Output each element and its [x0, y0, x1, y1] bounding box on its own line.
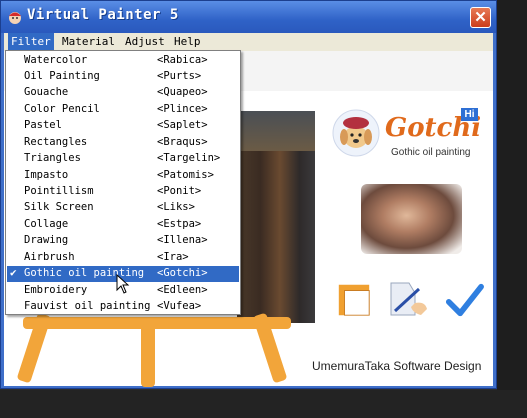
menu-item-collage[interactable]: Collage <Estpa>: [7, 217, 239, 233]
menu-item-watercolor[interactable]: Watercolor <Rabica>: [7, 53, 239, 69]
menu-item-impasto[interactable]: Impasto <Patomis>: [7, 168, 239, 184]
mouse-cursor-icon: [116, 274, 130, 294]
desktop-background-bottom: [0, 390, 527, 418]
painting-sky: [237, 111, 315, 151]
app-icon: [9, 12, 21, 24]
credit-text: UmemuraTaka Software Design: [312, 359, 482, 373]
menu-item-label: Rectangles: [24, 136, 88, 148]
menu-item-airbrush[interactable]: Airbrush <Ira>: [7, 250, 239, 266]
menu-item-code: <Edleen>: [157, 284, 208, 296]
menu-item-label: Airbrush: [24, 251, 75, 263]
sample-portrait-image: [361, 184, 462, 254]
easel-crossbar: [23, 317, 291, 329]
menu-item-code: <Purts>: [157, 70, 202, 82]
menu-item-code: <Vufea>: [157, 300, 202, 312]
menu-item-gouache[interactable]: Gouache <Quapeo>: [7, 85, 239, 101]
menu-item-label: Drawing: [24, 234, 69, 246]
menu-item-oil-painting[interactable]: Oil Painting <Purts>: [7, 69, 239, 85]
menu-item-code: <Braqus>: [157, 136, 208, 148]
menu-item-code: <Illena>: [157, 234, 208, 246]
checkmark-icon[interactable]: [443, 281, 485, 319]
menu-item-code: <Ponit>: [157, 185, 202, 197]
menu-item-fauvist-oil-painting[interactable]: Fauvist oil painting <Vufea>: [7, 299, 239, 315]
menu-item-code: <Gotchi>: [157, 267, 208, 279]
menu-item-code: <Liks>: [157, 201, 195, 213]
menu-item-code: <Estpa>: [157, 218, 202, 230]
menu-item-label: Fauvist oil painting: [24, 300, 151, 312]
title-bar[interactable]: Virtual Painter 5 ✕: [1, 1, 496, 33]
menu-item-code: <Quapeo>: [157, 86, 208, 98]
checkmark-icon: ✔: [10, 266, 17, 279]
menu-item-code: <Patomis>: [157, 169, 214, 181]
menu-item-label: Collage: [24, 218, 69, 230]
menu-item-label: Gouache: [24, 86, 69, 98]
menu-item-label: Color Pencil: [24, 103, 100, 115]
menu-item-label: Triangles: [24, 152, 81, 164]
menu-item-label: Watercolor: [24, 54, 88, 66]
menu-item-code: <Rabica>: [157, 54, 208, 66]
menu-item-label: Silk Screen: [24, 201, 94, 213]
frame-icon[interactable]: [335, 281, 373, 319]
menu-item-label: Oil Painting: [24, 70, 100, 82]
window-title: Virtual Painter 5: [27, 7, 179, 23]
menu-item-color-pencil[interactable]: Color Pencil <Plince>: [7, 102, 239, 118]
menu-item-code: <Plince>: [157, 103, 208, 115]
menu-item-rectangles[interactable]: Rectangles <Braqus>: [7, 135, 239, 151]
desktop-background: [497, 0, 527, 418]
menu-bar: Filter Material Adjust Help: [4, 33, 493, 51]
menu-item-drawing[interactable]: Drawing <Illena>: [7, 233, 239, 249]
painting-preview[interactable]: [237, 111, 315, 323]
menu-item-code: <Saplet>: [157, 119, 208, 131]
close-icon: ✕: [474, 9, 487, 26]
menu-item-code: <Targelin>: [157, 152, 221, 164]
menu-material[interactable]: Material: [62, 35, 115, 48]
menu-item-pastel[interactable]: Pastel <Saplet>: [7, 118, 239, 134]
menu-item-silk-screen[interactable]: Silk Screen <Liks>: [7, 200, 239, 216]
menu-item-label: Pointillism: [24, 185, 94, 197]
menu-help[interactable]: Help: [174, 35, 201, 48]
logo-hi-badge: Hi: [461, 108, 478, 121]
menu-filter[interactable]: Filter: [8, 33, 54, 51]
menu-adjust[interactable]: Adjust: [125, 35, 165, 48]
close-button[interactable]: ✕: [470, 7, 491, 28]
menu-item-label: Impasto: [24, 169, 69, 181]
easel-leg-center: [141, 319, 155, 387]
gotchi-dog-icon: [332, 109, 380, 157]
menu-item-label: Pastel: [24, 119, 62, 131]
logo-subtitle: Gothic oil painting: [391, 147, 471, 158]
pen-hand-icon[interactable]: [385, 279, 429, 319]
menu-item-label: Embroidery: [24, 284, 88, 296]
menu-item-pointillism[interactable]: Pointillism <Ponit>: [7, 184, 239, 200]
menu-item-code: <Ira>: [157, 251, 189, 263]
menu-item-triangles[interactable]: Triangles <Targelin>: [7, 151, 239, 167]
